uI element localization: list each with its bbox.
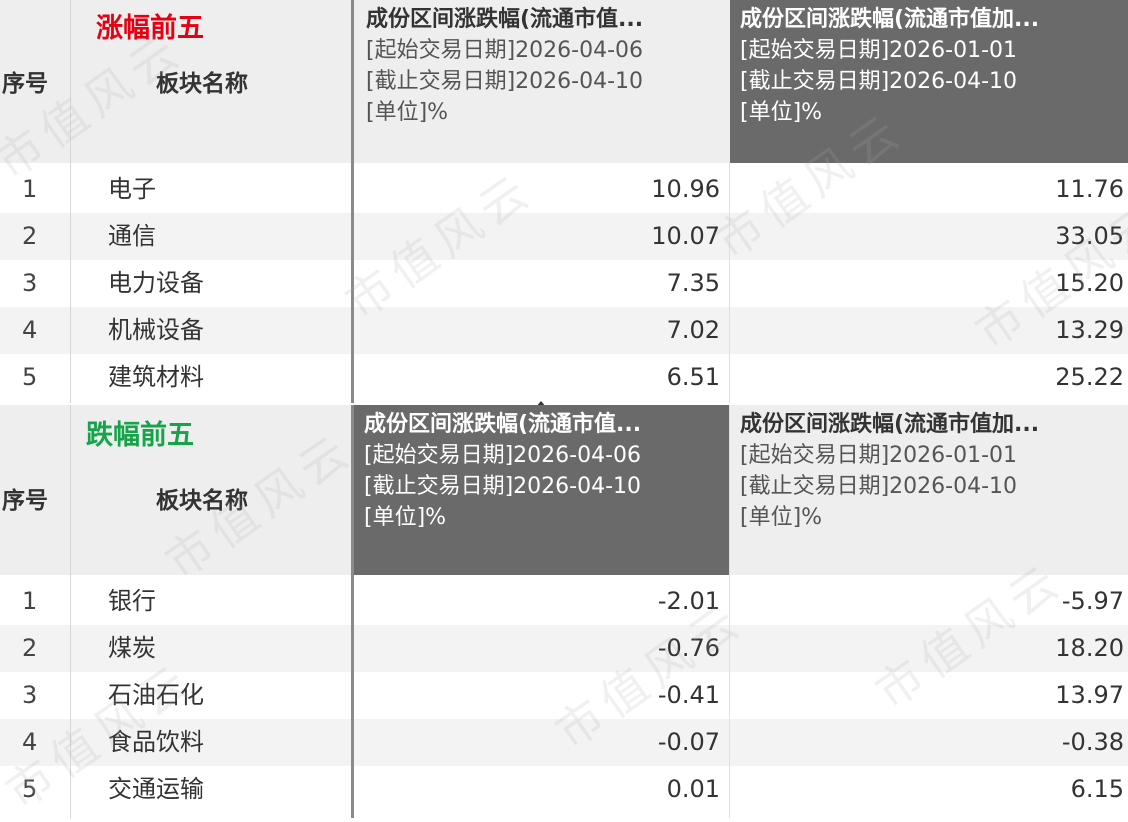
cell-sector-name: 电力设备 (108, 269, 204, 297)
cell-weekly-change: -2.01 (657, 587, 720, 615)
cell-seq: 4 (22, 728, 38, 756)
column-end-date: [截止交易日期]2026-04-10 (740, 474, 1018, 499)
cell-seq: 3 (22, 681, 38, 709)
column-title: 成份区间涨跌幅(流通市值加... (740, 7, 1040, 32)
cell-sector-name: 机械设备 (108, 316, 204, 344)
cell-sector-name: 石油石化 (108, 681, 204, 709)
cell-sector-name: 通信 (108, 222, 156, 250)
column-start-date: [起始交易日期]2026-01-01 (740, 38, 1018, 63)
cell-seq: 2 (22, 222, 38, 250)
column-end-date: [截止交易日期]2026-04-10 (364, 474, 642, 499)
table-row[interactable]: 2 煤炭 -0.76 18.20 (0, 625, 1128, 672)
cell-ytd-change: 18.20 (1055, 634, 1124, 662)
cell-ytd-change: 25.22 (1055, 363, 1124, 391)
column-header-sector-name[interactable]: 板块名称 (156, 481, 248, 515)
cell-weekly-change: 10.96 (651, 175, 720, 203)
column-divider (70, 405, 71, 818)
cell-ytd-change: 6.15 (1070, 775, 1124, 803)
column-header-ytd-change[interactable]: 成份区间涨跌幅(流通市值加... [起始交易日期]2026-01-01 [截止交… (730, 405, 1128, 575)
column-title: 成份区间涨跌幅(流通市值加... (740, 412, 1040, 437)
column-header-weekly-change[interactable]: 成份区间涨跌幅(流通市值... [起始交易日期]2026-04-06 [截止交易… (354, 405, 730, 575)
column-divider[interactable] (351, 0, 354, 403)
cell-ytd-change: -5.97 (1061, 587, 1124, 615)
column-end-date: [截止交易日期]2026-04-10 (740, 69, 1018, 94)
table-row[interactable]: 3 石油石化 -0.41 13.97 (0, 672, 1128, 719)
column-unit: [单位]% (740, 100, 823, 125)
cell-seq: 1 (22, 587, 38, 615)
cell-weekly-change: 0.01 (666, 775, 720, 803)
cell-weekly-change: -0.76 (657, 634, 720, 662)
cell-weekly-change: -0.41 (657, 681, 720, 709)
cell-weekly-change: 7.02 (666, 316, 720, 344)
cell-sector-name: 煤炭 (108, 634, 156, 662)
column-start-date: [起始交易日期]2026-04-06 (364, 443, 642, 468)
cell-weekly-change: 10.07 (651, 222, 720, 250)
column-header-weekly-change[interactable]: 成份区间涨跌幅(流通市值... [起始交易日期]2026-04-06 [截止交易… (354, 0, 730, 163)
cell-ytd-change: 33.05 (1055, 222, 1124, 250)
cell-weekly-change: -0.07 (657, 728, 720, 756)
cell-weekly-change: 7.35 (666, 269, 720, 297)
column-start-date: [起始交易日期]2026-01-01 (740, 443, 1018, 468)
cell-seq: 5 (22, 775, 38, 803)
table-row[interactable]: 4 食品饮料 -0.07 -0.38 (0, 719, 1128, 766)
table-row[interactable]: 1 银行 -2.01 -5.97 (0, 578, 1128, 625)
table-body: 1 银行 -2.01 -5.97 2 煤炭 -0.76 18.20 3 石油石化… (0, 578, 1128, 813)
column-divider (729, 405, 730, 818)
table-body: 1 电子 10.96 11.76 2 通信 10.07 33.05 3 电力设备… (0, 166, 1128, 401)
table-row[interactable]: 2 通信 10.07 33.05 (0, 213, 1128, 260)
column-divider (729, 163, 730, 403)
cell-sector-name: 建筑材料 (108, 363, 204, 391)
column-title: 成份区间涨跌幅(流通市值... (366, 7, 644, 32)
table-row[interactable]: 4 机械设备 7.02 13.29 (0, 307, 1128, 354)
column-unit: [单位]% (366, 100, 449, 125)
column-title: 成份区间涨跌幅(流通市值... (364, 412, 642, 437)
top-losers-table: 跌幅前五 序号 板块名称 成份区间涨跌幅(流通市值... [起始交易日期]202… (0, 405, 1128, 818)
cell-sector-name: 电子 (108, 175, 156, 203)
cell-ytd-change: -0.38 (1061, 728, 1124, 756)
cell-sector-name: 交通运输 (108, 775, 204, 803)
column-end-date: [截止交易日期]2026-04-10 (366, 69, 644, 94)
cell-seq: 1 (22, 175, 38, 203)
column-divider[interactable] (351, 405, 354, 818)
column-divider (70, 0, 71, 403)
gainers-title: 涨幅前五 (96, 13, 204, 44)
column-header-seq[interactable]: 序号 (2, 481, 48, 515)
table-row[interactable]: 3 电力设备 7.35 15.20 (0, 260, 1128, 307)
cell-sector-name: 银行 (108, 587, 156, 615)
cell-ytd-change: 13.97 (1055, 681, 1124, 709)
table-row[interactable]: 5 交通运输 0.01 6.15 (0, 766, 1128, 813)
column-header-seq[interactable]: 序号 (2, 64, 48, 98)
column-unit: [单位]% (364, 505, 447, 530)
table-row[interactable]: 5 建筑材料 6.51 25.22 (0, 354, 1128, 401)
cell-seq: 2 (22, 634, 38, 662)
column-start-date: [起始交易日期]2026-04-06 (366, 38, 644, 63)
cell-weekly-change: 6.51 (666, 363, 720, 391)
cell-sector-name: 食品饮料 (108, 728, 204, 756)
column-unit: [单位]% (740, 505, 823, 530)
cell-ytd-change: 13.29 (1055, 316, 1124, 344)
cell-seq: 4 (22, 316, 38, 344)
cell-ytd-change: 15.20 (1055, 269, 1124, 297)
cell-seq: 3 (22, 269, 38, 297)
cell-seq: 5 (22, 363, 38, 391)
losers-title: 跌幅前五 (86, 420, 194, 451)
top-gainers-table: 涨幅前五 序号 板块名称 成份区间涨跌幅(流通市值... [起始交易日期]202… (0, 0, 1128, 403)
cell-ytd-change: 11.76 (1055, 175, 1124, 203)
table-row[interactable]: 1 电子 10.96 11.76 (0, 166, 1128, 213)
column-header-ytd-change[interactable]: 成份区间涨跌幅(流通市值加... [起始交易日期]2026-01-01 [截止交… (730, 0, 1128, 163)
column-header-sector-name[interactable]: 板块名称 (156, 64, 248, 98)
